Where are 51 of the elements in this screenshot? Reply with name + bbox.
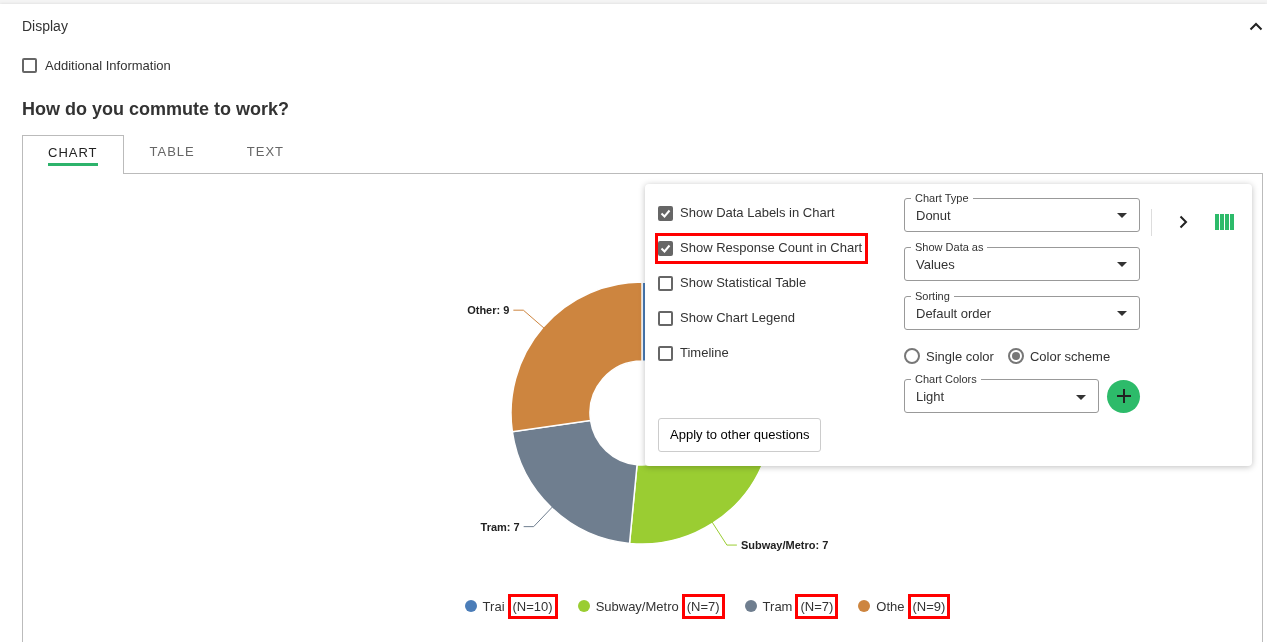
radio-button[interactable] — [1007, 348, 1024, 365]
checkbox-label: Show Statistical Table — [680, 274, 807, 293]
leader-line — [512, 309, 547, 330]
select-value: Donut — [916, 206, 951, 225]
response-count: (N=10) — [507, 593, 558, 619]
legend-dot — [744, 600, 757, 613]
radio-button[interactable] — [904, 348, 920, 365]
checkbox-label: Show Data Labels in Chart — [680, 204, 835, 223]
dropdown-caret-icon — [1117, 262, 1127, 267]
checkbox[interactable] — [658, 205, 673, 221]
section-title: Display — [22, 16, 68, 36]
select-value: Light — [916, 388, 945, 407]
legend-label: Othe — [876, 597, 905, 616]
data-label: Tram: 7 — [480, 520, 520, 533]
select-value: Values — [916, 255, 955, 274]
response-count: (N=7) — [681, 593, 725, 619]
response-count: (N=9) — [907, 593, 951, 619]
select-value: Default order — [916, 304, 992, 323]
checkbox[interactable] — [658, 310, 673, 326]
legend-dot — [464, 600, 477, 613]
plus-icon — [1115, 388, 1132, 404]
tab[interactable]: TEXT — [220, 134, 310, 173]
legend-label: Tram — [762, 597, 793, 616]
dropdown-caret-icon — [1076, 394, 1086, 400]
legend-label: Subway/Metro — [595, 597, 679, 616]
checkbox-label: Timeline — [680, 344, 729, 363]
collapse-chevron-icon[interactable] — [1249, 21, 1263, 31]
legend-dot — [577, 600, 590, 613]
checkbox-label: Show Chart Legend — [680, 309, 795, 328]
checkbox[interactable] — [22, 58, 37, 74]
question-title: How do you commute to work? — [22, 97, 290, 121]
checkbox[interactable] — [658, 345, 673, 361]
checkbox[interactable] — [658, 275, 673, 291]
radio-label: Color scheme — [1029, 347, 1111, 366]
apply-button[interactable]: Apply to other questions — [658, 418, 822, 452]
legend-dot — [858, 600, 871, 613]
dropdown-caret-icon — [1117, 311, 1127, 316]
chevron-right-icon[interactable] — [1179, 214, 1188, 229]
data-label: Other: 9 — [467, 303, 510, 316]
add-button[interactable] — [1107, 379, 1140, 413]
dropdown-caret-icon — [1117, 213, 1127, 218]
tab[interactable]: CHART — [22, 134, 124, 174]
data-label: Subway/Metro: 7 — [740, 538, 829, 551]
response-count: (N=7) — [795, 593, 839, 619]
legend-label: Trai — [482, 597, 505, 616]
tab[interactable]: TABLE — [123, 134, 221, 173]
checkbox-label: Additional Information — [45, 57, 171, 75]
checkbox[interactable] — [658, 240, 673, 256]
checkbox-label: Show Response Count in Chart — [680, 239, 863, 258]
radio-label: Single color — [926, 347, 994, 366]
field-label: Chart Colors — [911, 372, 981, 386]
